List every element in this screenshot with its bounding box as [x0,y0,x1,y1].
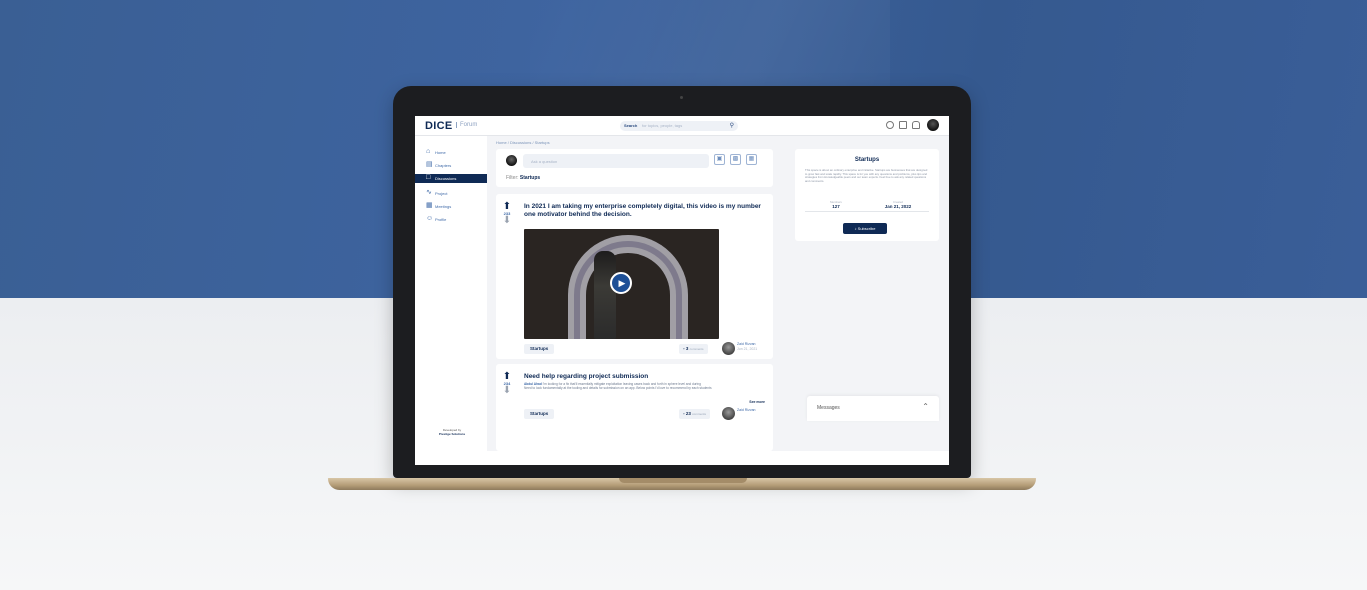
members-stat: Members 127 [805,200,867,212]
sidebar-item-meetings[interactable]: ▦ Meetings [415,202,487,211]
sidebar-item-label: Chapters [435,163,452,168]
user-avatar[interactable] [927,119,939,131]
sidebar-item-project[interactable]: ∿ Project [415,189,487,198]
post-tag[interactable]: Startups [524,344,555,354]
breadcrumb[interactable]: Home / Discussions / Startups [496,140,550,145]
project-icon: ∿ [426,189,432,196]
see-more-link[interactable]: See more [749,400,765,404]
sidebar-item-label: Discussions [435,176,457,181]
comments-button[interactable]: ▫ 23 comments [679,409,710,419]
bell-icon[interactable] [912,121,920,129]
comments-count: 23 [685,411,691,416]
sidebar-item-chapters[interactable]: ▤ Chapters [415,161,487,170]
subscribe-label: Subscribe [857,226,876,231]
filter-value: Startups [519,175,541,181]
meetings-icon: ▦ [426,202,433,209]
post-body-text-2: Need to look fundamentally at the toolin… [524,386,712,391]
search-bar[interactable]: Search for topics, people, tags ⚲ [620,121,738,131]
messages-dock[interactable]: Messages ⌃ [807,396,939,421]
comments-label: comments [689,347,704,351]
question-placeholder: Ask a question [531,159,558,164]
home-icon: ⌂ [426,148,431,155]
sidebar-item-label: Meetings [435,204,452,209]
subscribe-button[interactable]: ♪ Subscribe [843,223,887,234]
messages-label: Messages [817,405,840,411]
image-upload-icon[interactable]: ▣ [714,154,725,165]
avatar [506,155,517,166]
chevron-up-icon[interactable]: ⌃ [922,402,929,411]
comments-button[interactable]: ▫ 3 comments [679,344,708,354]
comment-icon: ▫ [683,346,685,351]
downvote-icon[interactable]: ⬇ [502,216,512,226]
search-label: Search [624,123,638,128]
post-body: Abdul Ahad I'm looking for a fix that'll… [524,382,764,390]
upvote-icon[interactable]: ⬆ [502,372,512,382]
comment-icon: ▫ [683,411,685,416]
comments-label: comments [692,412,706,416]
question-input[interactable]: Ask a question [523,154,709,168]
avatar[interactable] [722,342,735,355]
calendar-icon[interactable] [899,121,907,129]
app-logo[interactable]: DICE [425,120,452,132]
stat-value: Jan 21, 2022 [867,204,929,212]
post-title[interactable]: In 2021 I am taking my enterprise comple… [524,203,762,219]
profile-icon: ☺ [426,215,434,222]
filter-label: Filter: [506,175,519,181]
post-author[interactable]: Zaid Rizvan [737,408,755,413]
video-subject [594,251,616,339]
sidebar-item-label: Project [435,191,448,196]
bell-icon: ♪ [854,226,857,231]
chart-icon[interactable]: ▩ [730,154,741,165]
filter[interactable]: Filter: Startups [506,175,540,181]
post-tag[interactable]: Startups [524,409,555,419]
video-player[interactable]: ▶ [524,229,719,339]
community-panel: Startups This space is about an ordinary… [795,149,939,241]
app-header: DICE Forum Search for topics, people, ta… [415,116,949,136]
avatar[interactable] [722,407,735,420]
panel-title: Startups [854,157,880,163]
comments-count: 3 [685,346,689,351]
downvote-icon[interactable]: ⬇ [502,386,512,396]
search-icon[interactable]: ⚲ [730,122,734,129]
author-name: Zaid Rizvan [737,342,756,346]
discussions-icon: □ [426,174,431,181]
play-icon[interactable]: ▶ [610,272,632,294]
app-logo-subtitle: Forum [456,122,477,128]
powered-by: Developed by Prestige Solutions [425,428,479,436]
sidebar-item-home[interactable]: ⌂ Home [415,148,487,157]
author-name: Zaid Rizvan [737,408,756,412]
created-stat: Created Jan 21, 2022 [867,200,929,212]
post-card: ⬆ 234 ⬇ Need help regarding project subm… [496,364,773,451]
vote-control: ⬆ 234 ⬇ [502,372,512,396]
post-card: ⬆ 233 ⬇ In 2021 I am taking my enterpris… [496,194,773,359]
search-placeholder: for topics, people, tags [642,123,683,128]
post-title[interactable]: Need help regarding project submission [524,373,762,381]
sidebar-item-label: Profile [435,217,447,222]
post-composer: Ask a question ▣ ▩ ▦ Filter: Startups [496,149,773,187]
powered-by-org[interactable]: Prestige Solutions [425,432,479,436]
laptop-notch [619,478,747,483]
webcam [680,96,683,99]
sidebar-item-label: Home [435,150,446,155]
post-date: Jun 21, 2021 [737,347,758,351]
vote-control: ⬆ 233 ⬇ [502,202,512,226]
laptop-screen: DICE Forum Search for topics, people, ta… [415,116,949,451]
post-author[interactable]: Zaid Rizvan Jun 21, 2021 [737,342,757,352]
globe-icon[interactable] [886,121,894,129]
panel-description: This space is about an ordinary enterpri… [805,168,928,183]
stat-value: 127 [805,204,867,212]
sidebar-item-discussions[interactable]: □ Discussions [415,174,487,183]
laptop-lid: DICE Forum Search for topics, people, ta… [393,86,971,478]
sidebar: ⌂ Home ▤ Chapters □ Discussions ∿ Projec… [415,136,487,451]
table-icon[interactable]: ▦ [746,154,757,165]
chapters-icon: ▤ [426,161,433,168]
upvote-icon[interactable]: ⬆ [502,202,512,212]
screen-bezel-area [415,451,949,465]
sidebar-item-profile[interactable]: ☺ Profile [415,215,487,224]
